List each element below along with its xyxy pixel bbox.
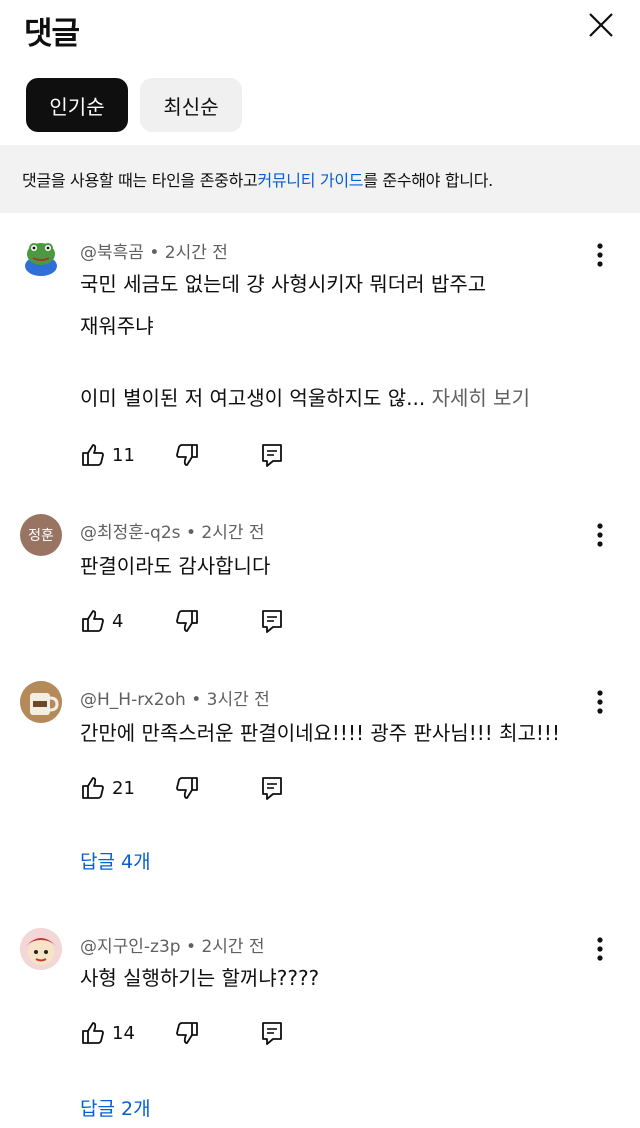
like-count: 21 (112, 777, 135, 799)
sort-chip-popular[interactable]: 인기순 (26, 78, 128, 132)
comment-text-line: 재워주냐 (80, 314, 154, 338)
comment-meta: @최정훈-q2s • 2시간 전 (80, 518, 265, 543)
thumb-down-icon (176, 777, 198, 799)
comment-item: @북흑곰 • 2시간 전 국민 세금도 없는데 걍 사형시키자 뭐더러 밥주고 … (0, 228, 640, 478)
panel-header: 댓글 (0, 0, 640, 60)
more-vert-icon (597, 690, 603, 714)
avatar[interactable] (20, 236, 62, 278)
close-icon (589, 13, 613, 37)
thumb-up-icon (82, 1022, 104, 1044)
more-vert-icon (597, 243, 603, 267)
comment-text-line: 이미 별이된 저 여고생이 억울하지도 않... (80, 386, 426, 410)
comment-text-line: 간만에 만족스러운 판결이네요!!!! 광주 판사님!!! 최고!!! (80, 721, 560, 745)
community-guidelines-link[interactable]: 커뮤니티 가이드 (257, 167, 363, 191)
dislike-button[interactable] (174, 606, 200, 636)
avatar[interactable] (20, 928, 62, 970)
meta-separator: • (149, 243, 165, 263)
frog-avatar-icon (25, 243, 57, 276)
like-button[interactable]: 14 (80, 1018, 135, 1048)
sort-chip-newest[interactable]: 최신순 (140, 78, 242, 132)
comment-author[interactable]: @최정훈-q2s (80, 523, 181, 543)
meta-separator: • (186, 937, 202, 957)
comment-icon (262, 777, 282, 800)
reply-button[interactable] (260, 440, 284, 470)
thumb-up-icon (82, 777, 104, 799)
thumb-up-icon (82, 610, 104, 632)
comment-icon (262, 1022, 282, 1045)
comment-item: @H_H-rx2oh • 3시간 전 간만에 만족스러운 판결이네요!!!! 광… (0, 675, 640, 875)
dislike-button[interactable] (174, 1018, 200, 1048)
view-replies-button[interactable]: 답글 2개 (80, 1094, 151, 1121)
more-vert-icon (597, 937, 603, 961)
community-notice: 댓글을 사용할 때는 타인을 존중하고 커뮤니티 가이드 를 준수해야 합니다. (0, 145, 640, 213)
reply-button[interactable] (260, 773, 284, 803)
dislike-button[interactable] (174, 773, 200, 803)
view-replies-button[interactable]: 답글 4개 (80, 847, 151, 874)
comment-item: 정훈 @최정훈-q2s • 2시간 전 판결이라도 감사합니다 4 (0, 508, 640, 638)
like-count: 4 (112, 610, 124, 632)
close-button[interactable] (582, 8, 618, 44)
comment-actions: 21 (80, 773, 300, 803)
read-more-link[interactable]: 자세히 보기 (432, 386, 530, 410)
comment-time: 2시간 전 (164, 243, 228, 263)
comment-text-line: 판결이라도 감사합니다 (80, 554, 271, 578)
comment-menu-button[interactable] (588, 240, 612, 270)
comment-meta: @H_H-rx2oh • 3시간 전 (80, 685, 270, 710)
more-vert-icon (597, 523, 603, 547)
comment-actions: 11 (80, 440, 300, 470)
comment-meta: @지구인-z3p • 2시간 전 (80, 932, 265, 957)
avatar[interactable] (20, 681, 62, 723)
reply-button[interactable] (260, 606, 284, 636)
comment-actions: 14 (80, 1018, 300, 1048)
comment-item: @지구인-z3p • 2시간 전 사형 실행하기는 할꺼냐???? 14 답글 … (0, 922, 640, 1128)
comment-text-line: 사형 실행하기는 할꺼냐???? (80, 966, 320, 990)
comment-meta: @북흑곰 • 2시간 전 (80, 238, 228, 263)
thumb-down-icon (176, 610, 198, 632)
comment-time: 3시간 전 (206, 690, 270, 710)
like-button[interactable]: 11 (80, 440, 135, 470)
like-count: 11 (112, 444, 135, 466)
thumb-up-icon (82, 444, 104, 466)
meta-separator: • (185, 523, 202, 543)
comment-time: 2시간 전 (201, 523, 265, 543)
meta-separator: • (191, 690, 207, 710)
comment-text-line: 국민 세금도 없는데 걍 사형시키자 뭐더러 밥주고 (80, 272, 487, 296)
comment-icon (262, 444, 282, 467)
avatar[interactable]: 정훈 (20, 514, 62, 556)
comment-icon (262, 610, 282, 633)
thumb-down-icon (176, 1022, 198, 1044)
comment-author[interactable]: @H_H-rx2oh (80, 690, 186, 710)
comment-text-last-line: 이미 별이된 저 여고생이 억울하지도 않... 자세히 보기 (80, 380, 530, 416)
avatar-initials: 정훈 (28, 528, 54, 544)
notice-text-before: 댓글을 사용할 때는 타인을 존중하고 (22, 171, 258, 190)
thumb-down-icon (176, 444, 198, 466)
panel-title: 댓글 (24, 16, 80, 52)
comment-menu-button[interactable] (588, 687, 612, 717)
comment-menu-button[interactable] (588, 934, 612, 964)
like-button[interactable]: 21 (80, 773, 135, 803)
coffee-cup-avatar-icon (20, 681, 62, 723)
reply-button[interactable] (260, 1018, 284, 1048)
comment-author[interactable]: @지구인-z3p (80, 937, 181, 957)
like-count: 14 (112, 1022, 135, 1044)
comment-time: 2시간 전 (201, 937, 265, 957)
like-button[interactable]: 4 (80, 606, 123, 636)
comment-author[interactable]: @북흑곰 (80, 243, 144, 263)
dislike-button[interactable] (174, 440, 200, 470)
notice-text-after: 를 준수해야 합니다. (363, 171, 493, 190)
cartoon-avatar-icon (20, 928, 62, 970)
comment-menu-button[interactable] (588, 520, 612, 550)
comment-actions: 4 (80, 606, 300, 636)
